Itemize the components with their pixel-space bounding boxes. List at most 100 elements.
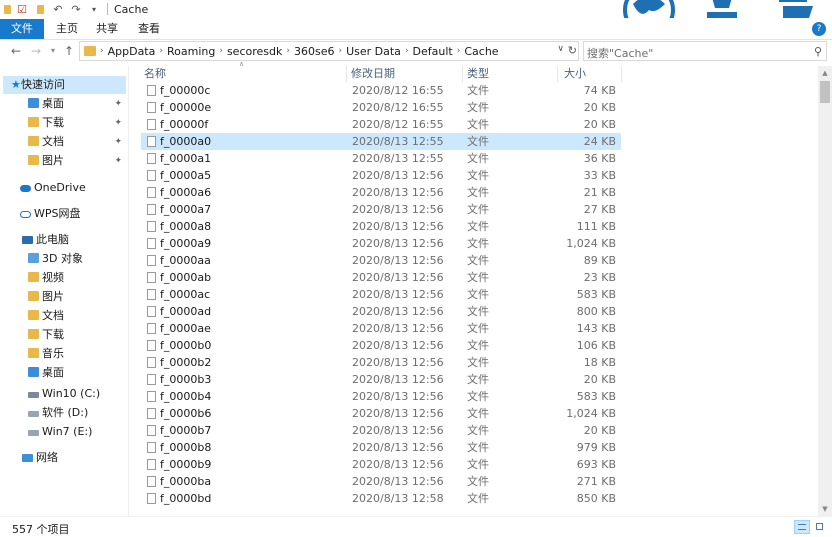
column-separator[interactable]: [557, 66, 558, 82]
file-row[interactable]: f_0000ac 2020/8/13 12:56 文件 583 KB: [141, 286, 621, 303]
file-row[interactable]: f_0000b6 2020/8/13 12:56 文件 1,024 KB: [141, 405, 621, 422]
breadcrumb-default[interactable]: Default: [413, 45, 453, 58]
breadcrumb-360se6[interactable]: 360se6: [294, 45, 335, 58]
column-header-name[interactable]: 名称: [144, 66, 344, 82]
desktop-folder-icon: [28, 98, 39, 108]
column-header-date[interactable]: 修改日期: [351, 66, 461, 82]
file-row[interactable]: f_0000b7 2020/8/13 12:56 文件 20 KB: [141, 422, 621, 439]
file-row[interactable]: f_0000a7 2020/8/13 12:56 文件 27 KB: [141, 201, 621, 218]
file-row[interactable]: f_0000b9 2020/8/13 12:56 文件 693 KB: [141, 456, 621, 473]
new-folder-icon[interactable]: [33, 2, 47, 16]
chevron-right-icon[interactable]: ›: [159, 46, 163, 56]
tab-file[interactable]: 文件: [0, 19, 44, 39]
column-separator[interactable]: [462, 66, 463, 82]
sidebar-item-desktop[interactable]: 桌面: [28, 364, 126, 382]
sidebar-item-drive-c[interactable]: Win10 (C:): [28, 385, 126, 403]
back-arrow-icon[interactable]: ←: [8, 43, 24, 59]
file-row[interactable]: f_0000bd 2020/8/13 12:58 文件 850 KB: [141, 490, 621, 507]
chevron-right-icon[interactable]: ›: [286, 46, 290, 56]
file-row[interactable]: f_00000c 2020/8/12 16:55 文件 74 KB: [141, 82, 621, 99]
sidebar-item-downloads-pinned[interactable]: 下载 ✦: [28, 114, 126, 132]
help-icon[interactable]: ?: [812, 22, 826, 36]
column-header-type[interactable]: 类型: [467, 66, 557, 82]
column-header-size[interactable]: 大小: [564, 66, 619, 82]
scroll-up-icon[interactable]: ▲: [818, 66, 832, 80]
properties-icon[interactable]: ☑: [15, 2, 29, 16]
sidebar-item-wps-drive[interactable]: WPS网盘: [20, 205, 126, 223]
sidebar-item-downloads[interactable]: 下载: [28, 326, 126, 344]
file-row[interactable]: f_0000a6 2020/8/13 12:56 文件 21 KB: [141, 184, 621, 201]
sidebar-item-videos[interactable]: 视频: [28, 269, 126, 287]
breadcrumb-user-data[interactable]: User Data: [346, 45, 401, 58]
file-row[interactable]: f_0000b8 2020/8/13 12:56 文件 979 KB: [141, 439, 621, 456]
chevron-right-icon[interactable]: ›: [338, 46, 342, 56]
file-row[interactable]: f_00000e 2020/8/12 16:55 文件 20 KB: [141, 99, 621, 116]
breadcrumb-appdata[interactable]: AppData: [108, 45, 156, 58]
file-row[interactable]: f_0000b4 2020/8/13 12:56 文件 583 KB: [141, 388, 621, 405]
up-arrow-icon[interactable]: ↑: [61, 43, 77, 59]
file-row[interactable]: f_0000b3 2020/8/13 12:56 文件 20 KB: [141, 371, 621, 388]
sidebar-item-documents[interactable]: 文档: [28, 307, 126, 325]
file-date: 2020/8/13 12:55: [352, 152, 444, 165]
pin-icon[interactable]: ✦: [114, 133, 122, 151]
pin-icon[interactable]: ✦: [114, 114, 122, 132]
file-row[interactable]: f_0000b0 2020/8/13 12:56 文件 106 KB: [141, 337, 621, 354]
tab-home[interactable]: 主页: [52, 19, 82, 39]
undo-icon[interactable]: ↶: [51, 2, 65, 16]
breadcrumb-cache[interactable]: Cache: [464, 45, 498, 58]
file-row[interactable]: f_0000ab 2020/8/13 12:56 文件 23 KB: [141, 269, 621, 286]
chevron-right-icon[interactable]: ›: [100, 46, 104, 56]
file-row[interactable]: f_0000a0 2020/8/13 12:55 文件 24 KB: [141, 133, 621, 150]
sidebar-item-onedrive[interactable]: OneDrive: [20, 179, 126, 197]
sidebar-item-pictures[interactable]: 图片: [28, 288, 126, 306]
file-row[interactable]: f_0000a5 2020/8/13 12:56 文件 33 KB: [141, 167, 621, 184]
file-row[interactable]: f_0000aa 2020/8/13 12:56 文件 89 KB: [141, 252, 621, 269]
sidebar-item-this-pc[interactable]: 此电脑: [22, 231, 126, 249]
sidebar-item-music[interactable]: 音乐: [28, 345, 126, 363]
large-icons-view-button[interactable]: [812, 520, 828, 534]
tab-share[interactable]: 共享: [92, 19, 122, 39]
sidebar-item-pictures-pinned[interactable]: 图片 ✦: [28, 152, 126, 170]
address-bar[interactable]: › AppData › Roaming › secoresdk › 360se6…: [79, 41, 579, 61]
sidebar-item-network[interactable]: 网络: [22, 449, 126, 467]
scrollbar-thumb[interactable]: [820, 81, 830, 103]
search-input[interactable]: 搜索"Cache" ⚲: [583, 41, 827, 61]
file-row[interactable]: f_0000ad 2020/8/13 12:56 文件 800 KB: [141, 303, 621, 320]
pin-icon[interactable]: ✦: [114, 95, 122, 113]
pane-divider[interactable]: [128, 66, 129, 516]
chevron-right-icon[interactable]: ›: [457, 46, 461, 56]
file-row[interactable]: f_0000b2 2020/8/13 12:56 文件 18 KB: [141, 354, 621, 371]
column-separator[interactable]: [621, 66, 622, 82]
customize-dropdown-icon[interactable]: ▾: [87, 2, 101, 16]
search-icon[interactable]: ⚲: [814, 45, 822, 58]
sidebar-item-desktop-pinned[interactable]: 桌面 ✦: [28, 95, 126, 113]
sidebar-item-quick-access[interactable]: ★ 快速访问: [3, 76, 126, 94]
pin-icon[interactable]: ✦: [114, 152, 122, 170]
vertical-scrollbar[interactable]: ▲ ▼: [818, 66, 832, 516]
file-row[interactable]: f_00000f 2020/8/12 16:55 文件 20 KB: [141, 116, 621, 133]
recent-locations-dropdown-icon[interactable]: ▾: [45, 43, 61, 59]
refresh-icon[interactable]: ↻: [568, 44, 577, 57]
file-row[interactable]: f_0000ae 2020/8/13 12:56 文件 143 KB: [141, 320, 621, 337]
sidebar-item-3d-objects[interactable]: 3D 对象: [28, 250, 126, 268]
forward-arrow-icon[interactable]: →: [28, 43, 44, 59]
file-size: 27 KB: [583, 203, 616, 216]
sidebar-item-drive-d[interactable]: 软件 (D:): [28, 404, 126, 422]
sidebar-item-documents-pinned[interactable]: 文档 ✦: [28, 133, 126, 151]
chevron-right-icon[interactable]: ›: [219, 46, 223, 56]
file-row[interactable]: f_0000ba 2020/8/13 12:56 文件 271 KB: [141, 473, 621, 490]
column-separator[interactable]: [346, 66, 347, 82]
chevron-right-icon[interactable]: ›: [405, 46, 409, 56]
details-view-button[interactable]: [794, 520, 810, 534]
file-row[interactable]: f_0000a1 2020/8/13 12:55 文件 36 KB: [141, 150, 621, 167]
file-row[interactable]: f_0000a8 2020/8/13 12:56 文件 111 KB: [141, 218, 621, 235]
tab-view[interactable]: 查看: [134, 19, 164, 39]
breadcrumb-secoresdk[interactable]: secoresdk: [227, 45, 282, 58]
file-name: f_0000a1: [160, 152, 212, 165]
redo-icon[interactable]: ↷: [69, 2, 83, 16]
breadcrumb-roaming[interactable]: Roaming: [167, 45, 215, 58]
scroll-down-icon[interactable]: ▼: [818, 502, 832, 516]
sidebar-item-drive-e[interactable]: Win7 (E:): [28, 423, 126, 441]
address-dropdown-icon[interactable]: ∨: [557, 44, 564, 54]
file-row[interactable]: f_0000a9 2020/8/13 12:56 文件 1,024 KB: [141, 235, 621, 252]
